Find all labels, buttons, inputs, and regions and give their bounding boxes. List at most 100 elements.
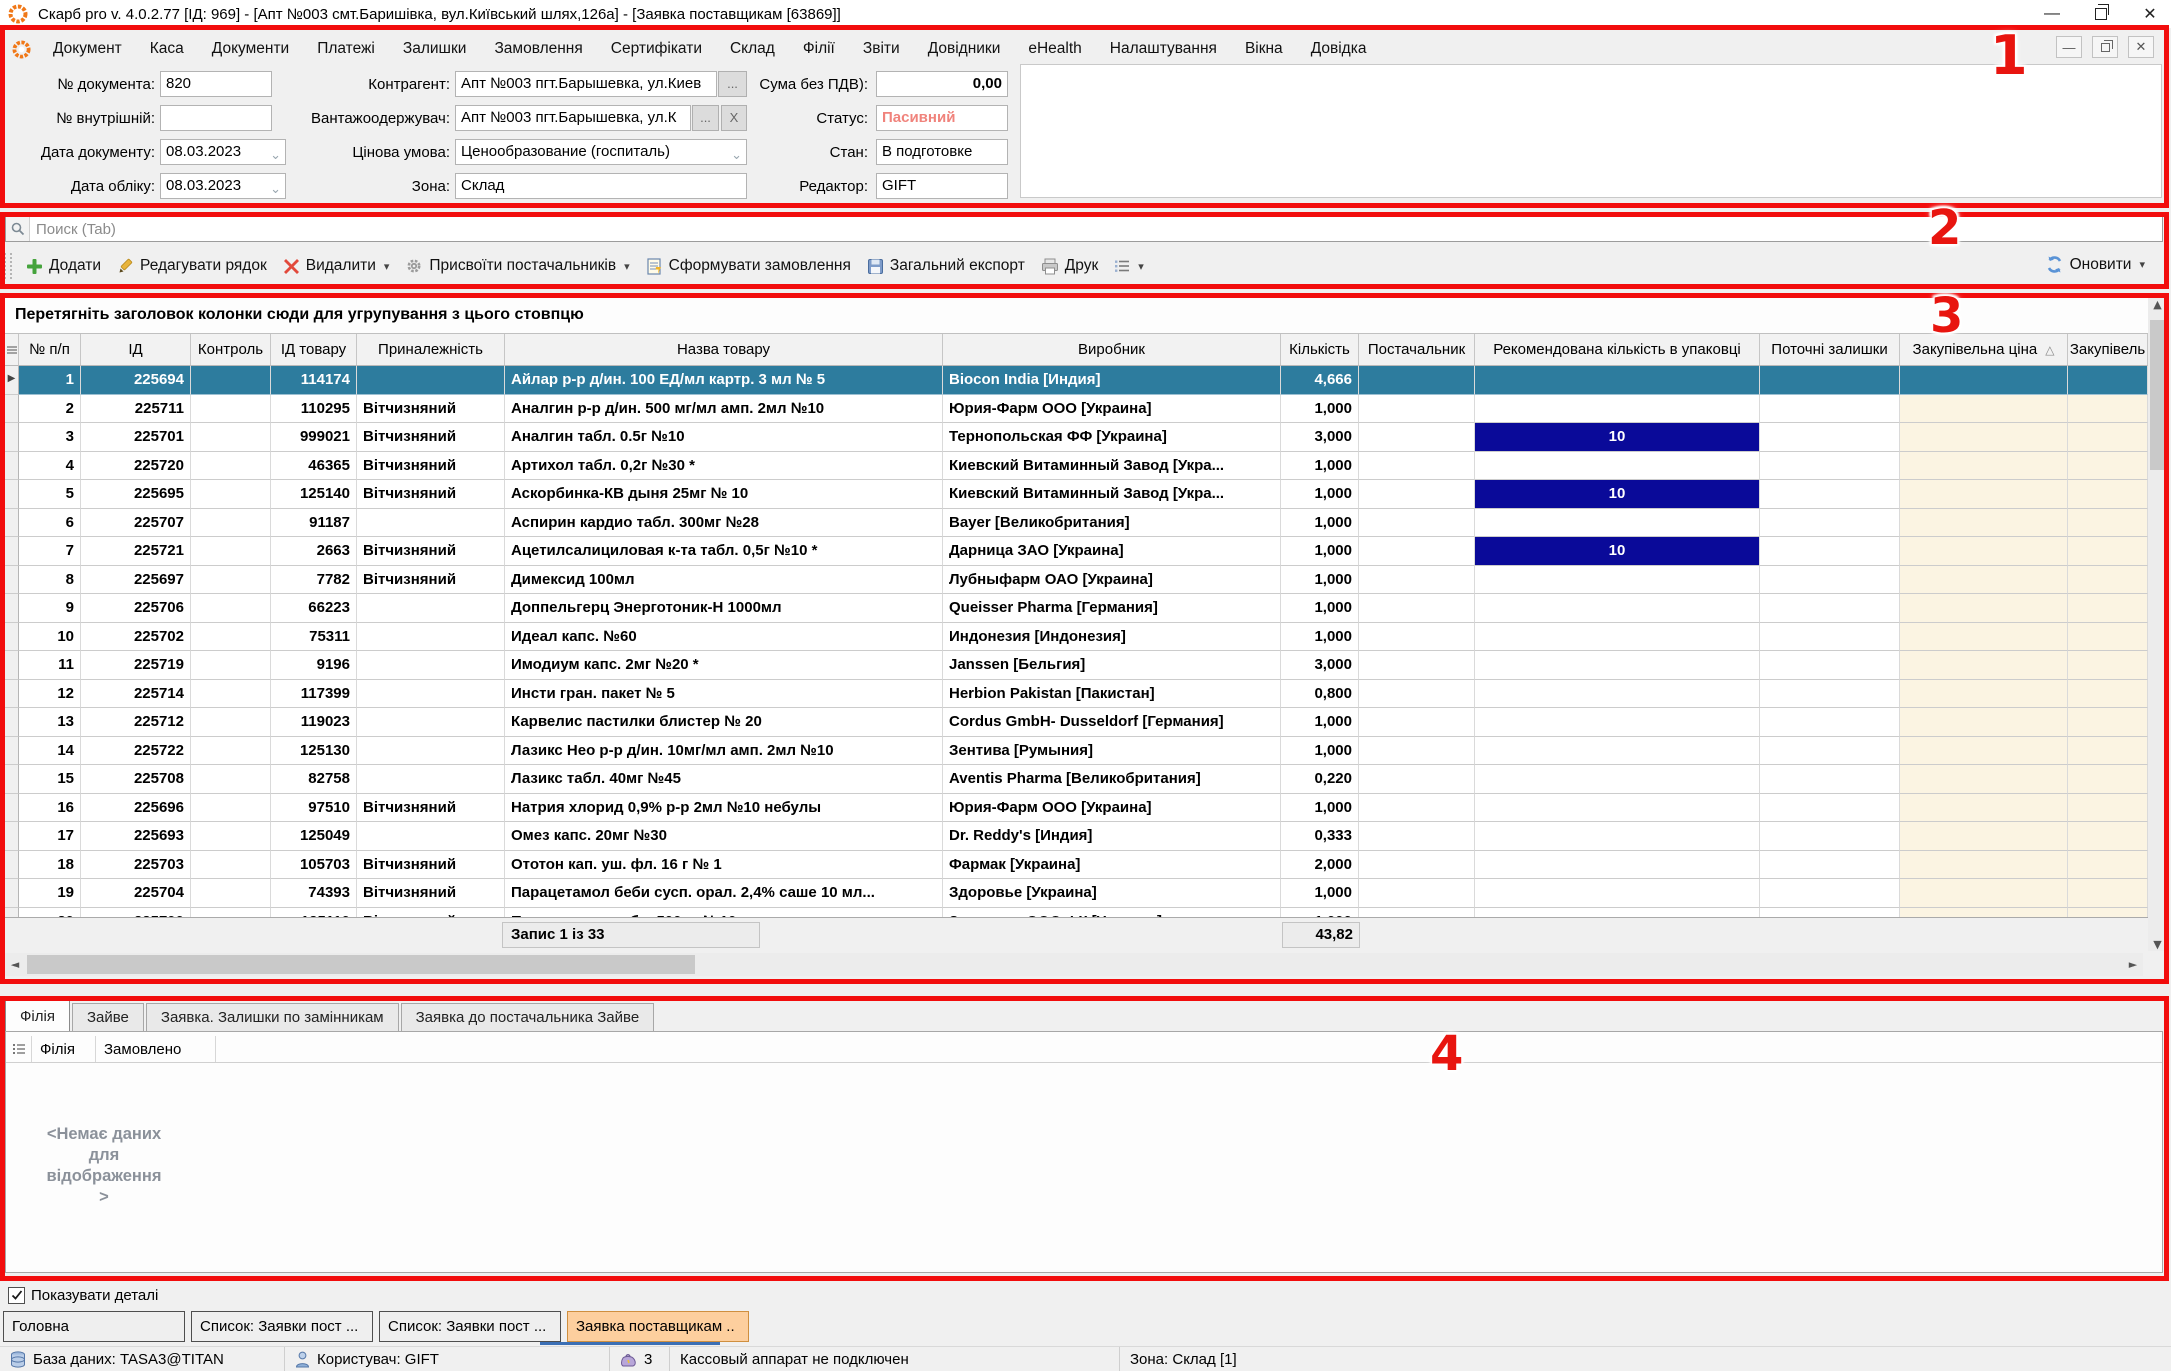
acc-date-caret-icon[interactable]: ⌄ bbox=[270, 178, 281, 199]
form-order-button[interactable]: Сформувати замовлення bbox=[638, 253, 859, 279]
details-checkbox[interactable] bbox=[8, 1287, 25, 1304]
table-row[interactable]: 5225695125140ВітчизнянийАскорбинка-КВ ды… bbox=[5, 480, 2148, 509]
toolbar-grip[interactable] bbox=[4, 253, 12, 279]
assign-dropdown-caret[interactable]: ▾ bbox=[624, 260, 630, 273]
search-input[interactable] bbox=[30, 221, 2162, 238]
column-header-price[interactable]: Закупівельна ціна△ bbox=[1900, 334, 2068, 366]
menu-item-2[interactable]: Каса bbox=[136, 40, 198, 57]
menu-item-13[interactable]: Налаштування bbox=[1096, 40, 1231, 57]
menu-item-7[interactable]: Сертифікати bbox=[597, 40, 716, 57]
internal-number-field[interactable] bbox=[160, 105, 272, 131]
restore-button[interactable] bbox=[2095, 8, 2107, 20]
menu-item-9[interactable]: Філії bbox=[789, 40, 849, 57]
table-row[interactable]: 72257212663ВітчизнянийАцетилсалициловая … bbox=[5, 537, 2148, 566]
table-row[interactable]: 112257199196Имодиум капс. 2мг №20 *Janss… bbox=[5, 651, 2148, 680]
menu-item-15[interactable]: Довідка bbox=[1297, 40, 1381, 57]
table-row[interactable]: 12225714117399Инсти гран. пакет № 5Herbi… bbox=[5, 680, 2148, 709]
horizontal-scrollbar[interactable]: ◄ ► bbox=[5, 953, 2143, 976]
window-tab-3[interactable]: Список: Заявки пост ... bbox=[379, 1311, 561, 1342]
column-header-prin[interactable]: Приналежність bbox=[357, 334, 505, 366]
table-row[interactable]: 3225701999021ВітчизнянийАналгин табл. 0.… bbox=[5, 423, 2148, 452]
column-header-price2[interactable]: Закупівель bbox=[2068, 334, 2148, 366]
column-header-vyrob[interactable]: Виробник bbox=[943, 334, 1281, 366]
table-row[interactable]: ▶1225694114174Айлар р-р д/ин. 100 ЕД/мл … bbox=[5, 366, 2148, 395]
table-row[interactable]: 2225711110295ВітчизнянийАналгин р-р д/ин… bbox=[5, 395, 2148, 424]
refresh-button[interactable]: Оновити ▾ bbox=[2037, 251, 2153, 278]
close-button[interactable]: ✕ bbox=[2135, 4, 2165, 24]
details-toggle[interactable]: Показувати деталі bbox=[8, 1284, 158, 1306]
menu-item-12[interactable]: eHealth bbox=[1014, 40, 1095, 57]
table-row[interactable]: 1922570474393ВітчизнянийПарацетамол беби… bbox=[5, 879, 2148, 908]
refresh-dropdown-caret[interactable]: ▾ bbox=[2139, 258, 2145, 271]
table-row[interactable]: 922570666223Доппельгерц Энерготоник-Н 10… bbox=[5, 594, 2148, 623]
column-header-n[interactable]: № п/п bbox=[19, 334, 81, 366]
export-button[interactable]: Загальний експорт bbox=[859, 253, 1033, 279]
add-button[interactable]: Додати bbox=[18, 253, 109, 279]
bottom-tab-4[interactable]: Заявка до постачальника Зайве bbox=[401, 1003, 655, 1031]
doc-date-caret-icon[interactable]: ⌄ bbox=[270, 144, 281, 165]
price-condition-field[interactable]: Ценообразование (госпиталь)⌄ bbox=[455, 139, 747, 165]
table-row[interactable]: 1622569697510ВітчизнянийНатрия хлорид 0,… bbox=[5, 794, 2148, 823]
scroll-up-icon[interactable]: ▲ bbox=[2148, 298, 2167, 311]
scroll-left-icon[interactable]: ◄ bbox=[5, 958, 25, 971]
menu-item-6[interactable]: Замовлення bbox=[480, 40, 596, 57]
column-header-control[interactable]: Контроль bbox=[191, 334, 271, 366]
delete-button[interactable]: Видалити ▾ bbox=[275, 253, 398, 279]
table-row[interactable]: 422572046365ВітчизнянийАртихол табл. 0,2… bbox=[5, 452, 2148, 481]
window-tab-1[interactable]: Головна bbox=[3, 1311, 185, 1342]
table-row[interactable]: 14225722125130Лазикс Нео р-р д/ин. 10мг/… bbox=[5, 737, 2148, 766]
consignee-field[interactable]: Апт №003 пгт.Барышевка, ул.К bbox=[455, 105, 691, 131]
column-header-zal[interactable]: Поточні залишки bbox=[1760, 334, 1900, 366]
doc-number-field[interactable]: 820 bbox=[160, 71, 272, 97]
menu-item-8[interactable]: Склад bbox=[716, 40, 789, 57]
menu-item-3[interactable]: Документи bbox=[198, 40, 303, 57]
horizontal-scroll-thumb[interactable] bbox=[27, 955, 695, 974]
column-header-rec[interactable]: Рекомендована кількість в упаковці bbox=[1475, 334, 1760, 366]
column-chooser-icon[interactable] bbox=[6, 1036, 32, 1062]
scroll-down-icon[interactable]: ▼ bbox=[2148, 938, 2167, 951]
counterparty-field[interactable]: Апт №003 пгт.Барышевка, ул.Киев bbox=[455, 71, 717, 97]
table-row[interactable]: 18225703105703ВітчизнянийОтотон кап. уш.… bbox=[5, 851, 2148, 880]
column-header-name[interactable]: Назва товару bbox=[505, 334, 943, 366]
bp-column-filiya[interactable]: Філія bbox=[32, 1036, 96, 1062]
mdi-close-button[interactable]: ✕ bbox=[2128, 36, 2154, 58]
column-header-post[interactable]: Постачальник bbox=[1359, 334, 1475, 366]
assign-suppliers-button[interactable]: Присвоїти постачальників ▾ bbox=[397, 253, 637, 279]
bottom-tab-2[interactable]: Зайве bbox=[72, 1003, 144, 1031]
menu-item-5[interactable]: Залишки bbox=[389, 40, 481, 57]
menu-item-4[interactable]: Платежі bbox=[303, 40, 389, 57]
menu-item-1[interactable]: Документ bbox=[39, 40, 136, 57]
list-options-button[interactable]: ▾ bbox=[1106, 255, 1152, 277]
bottom-tab-1[interactable]: Філія bbox=[5, 1000, 70, 1031]
bp-column-zamovleno[interactable]: Замовлено bbox=[96, 1036, 216, 1062]
vertical-scrollbar[interactable]: ▲ ▼ bbox=[2148, 296, 2167, 951]
mdi-restore-button[interactable] bbox=[2092, 36, 2118, 58]
zone-field[interactable]: Склад bbox=[455, 173, 747, 199]
scroll-right-icon[interactable]: ► bbox=[2123, 958, 2143, 971]
menu-item-10[interactable]: Звіти bbox=[849, 40, 914, 57]
table-row[interactable]: 17225693125049Омез капс. 20мг №30Dr. Red… bbox=[5, 822, 2148, 851]
print-button[interactable]: Друк bbox=[1033, 253, 1106, 279]
consignee-browse-button[interactable]: ... bbox=[692, 105, 719, 131]
window-tab-4[interactable]: Заявка поставщикам .. bbox=[567, 1311, 749, 1342]
column-chooser-icon[interactable] bbox=[5, 334, 19, 366]
mdi-minimize-button[interactable]: — bbox=[2056, 36, 2082, 58]
bottom-tab-3[interactable]: Заявка. Залишки по замінникам bbox=[146, 1003, 399, 1031]
window-tab-2[interactable]: Список: Заявки пост ... bbox=[191, 1311, 373, 1342]
table-row[interactable]: 1022570275311Идеал капс. №60Индонезия [И… bbox=[5, 623, 2148, 652]
table-row[interactable]: 1522570882758Лазикс табл. 40мг №45Aventi… bbox=[5, 765, 2148, 794]
column-header-qty[interactable]: Кількість bbox=[1281, 334, 1359, 366]
column-header-id[interactable]: ІД bbox=[81, 334, 191, 366]
column-header-tovar[interactable]: ІД товару bbox=[271, 334, 357, 366]
doc-date-field[interactable]: 08.03.2023⌄ bbox=[160, 139, 286, 165]
minimize-button[interactable]: — bbox=[2037, 5, 2067, 23]
table-row[interactable]: 20225700125110ВітчизнянийПарацетамол таб… bbox=[5, 908, 2148, 918]
table-row[interactable]: 82256977782ВітчизнянийДимексид 100млЛубн… bbox=[5, 566, 2148, 595]
grid-group-panel[interactable]: Перетягніть заголовок колонки сюди для у… bbox=[5, 296, 2163, 334]
vertical-scroll-thumb[interactable] bbox=[2150, 320, 2165, 470]
list-dropdown-caret[interactable]: ▾ bbox=[1138, 260, 1144, 273]
search-icon[interactable] bbox=[6, 217, 30, 241]
table-row[interactable]: 622570791187Аспирин кардио табл. 300мг №… bbox=[5, 509, 2148, 538]
menu-item-14[interactable]: Вікна bbox=[1231, 40, 1297, 57]
acc-date-field[interactable]: 08.03.2023⌄ bbox=[160, 173, 286, 199]
